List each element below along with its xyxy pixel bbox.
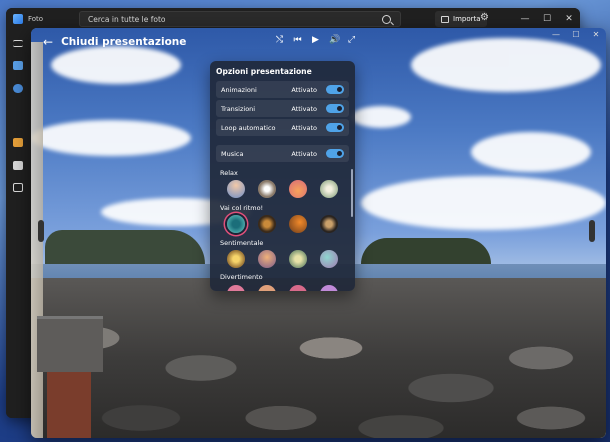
auto-loop-toggle[interactable]	[326, 123, 344, 132]
cloud	[361, 176, 606, 230]
section-relax: Relax	[220, 169, 238, 177]
maximize-button[interactable]: ☐	[566, 28, 586, 42]
favorites-icon[interactable]	[13, 161, 23, 170]
import-icon	[441, 15, 449, 23]
music-theme-thumb[interactable]	[258, 250, 276, 268]
photo-fence-post	[37, 316, 103, 372]
minimize-button[interactable]: —	[514, 8, 536, 30]
music-theme-thumb[interactable]	[320, 215, 338, 233]
music-theme-thumb[interactable]	[258, 285, 276, 291]
folder-icon[interactable]	[13, 183, 23, 192]
slideshow-window-controls: — ☐ ✕	[546, 28, 606, 42]
transitions-toggle[interactable]	[326, 104, 344, 113]
maximize-button[interactable]: ☐	[536, 8, 558, 30]
close-button[interactable]: ✕	[558, 8, 580, 30]
search-placeholder: Cerca in tutte le foto	[88, 14, 166, 24]
option-state: Attivato	[291, 85, 317, 94]
section-sentimental: Sentimentale	[220, 239, 264, 247]
gallery-icon[interactable]	[13, 61, 23, 70]
import-button[interactable]: Importa	[435, 11, 487, 27]
search-icon[interactable]	[382, 14, 391, 24]
minimize-button[interactable]: —	[546, 28, 566, 42]
slideshow-controls: ⤭ ⏮ ▶ 🔊 ⤢	[275, 35, 356, 46]
option-label: Loop automatico	[221, 123, 276, 132]
music-theme-thumb[interactable]	[227, 250, 245, 268]
menu-icon[interactable]	[13, 40, 23, 47]
close-button[interactable]: ✕	[586, 28, 606, 42]
volume-icon[interactable]: 🔊	[329, 35, 340, 46]
shuffle-icon[interactable]: ⤭	[275, 35, 284, 46]
music-theme-thumb[interactable]	[258, 215, 276, 233]
option-auto-loop[interactable]: Loop automatico Attivato	[216, 119, 349, 136]
option-state: Attivato	[291, 104, 317, 113]
photo-brick-pillar	[47, 372, 91, 438]
animations-toggle[interactable]	[326, 85, 344, 94]
music-toggle[interactable]	[326, 149, 344, 158]
import-label: Importa	[453, 15, 481, 23]
music-theme-thumb[interactable]	[258, 180, 276, 198]
option-animations[interactable]: Animazioni Attivato	[216, 81, 349, 98]
photos-sidebar	[6, 30, 30, 418]
left-headland	[45, 230, 205, 264]
previous-photo-handle[interactable]	[38, 220, 44, 242]
island	[361, 238, 491, 264]
next-photo-handle[interactable]	[589, 220, 595, 242]
option-music[interactable]: Musica Attivato	[216, 145, 349, 162]
option-transitions[interactable]: Transizioni Attivato	[216, 100, 349, 117]
option-state: Attivato	[291, 123, 317, 132]
back-arrow-icon[interactable]: ←	[43, 35, 53, 49]
music-theme-thumb[interactable]	[320, 285, 338, 291]
music-theme-thumb[interactable]	[289, 215, 307, 233]
music-theme-thumb-selected[interactable]	[227, 215, 245, 233]
music-theme-thumb[interactable]	[227, 285, 245, 291]
photos-app-title: Foto	[28, 15, 44, 23]
section-rhythm: Vai col ritmo!	[220, 204, 264, 212]
music-theme-thumb[interactable]	[289, 180, 307, 198]
previous-icon[interactable]: ⏮	[293, 35, 302, 46]
panel-scrollbar[interactable]	[351, 169, 353, 217]
section-fun: Divertimento	[220, 273, 263, 281]
cloud	[471, 132, 591, 172]
option-label: Musica	[221, 149, 244, 158]
search-input[interactable]: Cerca in tutte le foto	[79, 11, 401, 27]
close-slideshow-label[interactable]: Chiudi presentazione	[61, 36, 186, 48]
music-theme-thumb[interactable]	[227, 180, 245, 198]
music-theme-thumb[interactable]	[320, 180, 338, 198]
music-theme-thumb[interactable]	[320, 250, 338, 268]
slideshow-options-panel: Opzioni presentazione Animazioni Attivat…	[210, 61, 355, 291]
cloud	[31, 120, 191, 156]
option-state: Attivato	[291, 149, 317, 158]
photos-app-icon	[13, 14, 23, 24]
play-icon[interactable]: ▶	[311, 35, 320, 46]
photo-rocks	[31, 278, 606, 438]
photos-window-controls: — ☐ ✕	[514, 8, 580, 30]
fullscreen-icon[interactable]: ⤢	[347, 35, 356, 46]
panel-title: Opzioni presentazione	[216, 67, 312, 76]
icloud-icon[interactable]	[13, 138, 23, 147]
gear-icon[interactable]: ⚙	[480, 13, 489, 23]
music-theme-thumb[interactable]	[289, 250, 307, 268]
option-label: Animazioni	[221, 85, 257, 94]
cloud	[351, 106, 411, 128]
onedrive-icon[interactable]	[13, 84, 23, 93]
option-label: Transizioni	[221, 104, 256, 113]
music-theme-thumb[interactable]	[289, 285, 307, 291]
